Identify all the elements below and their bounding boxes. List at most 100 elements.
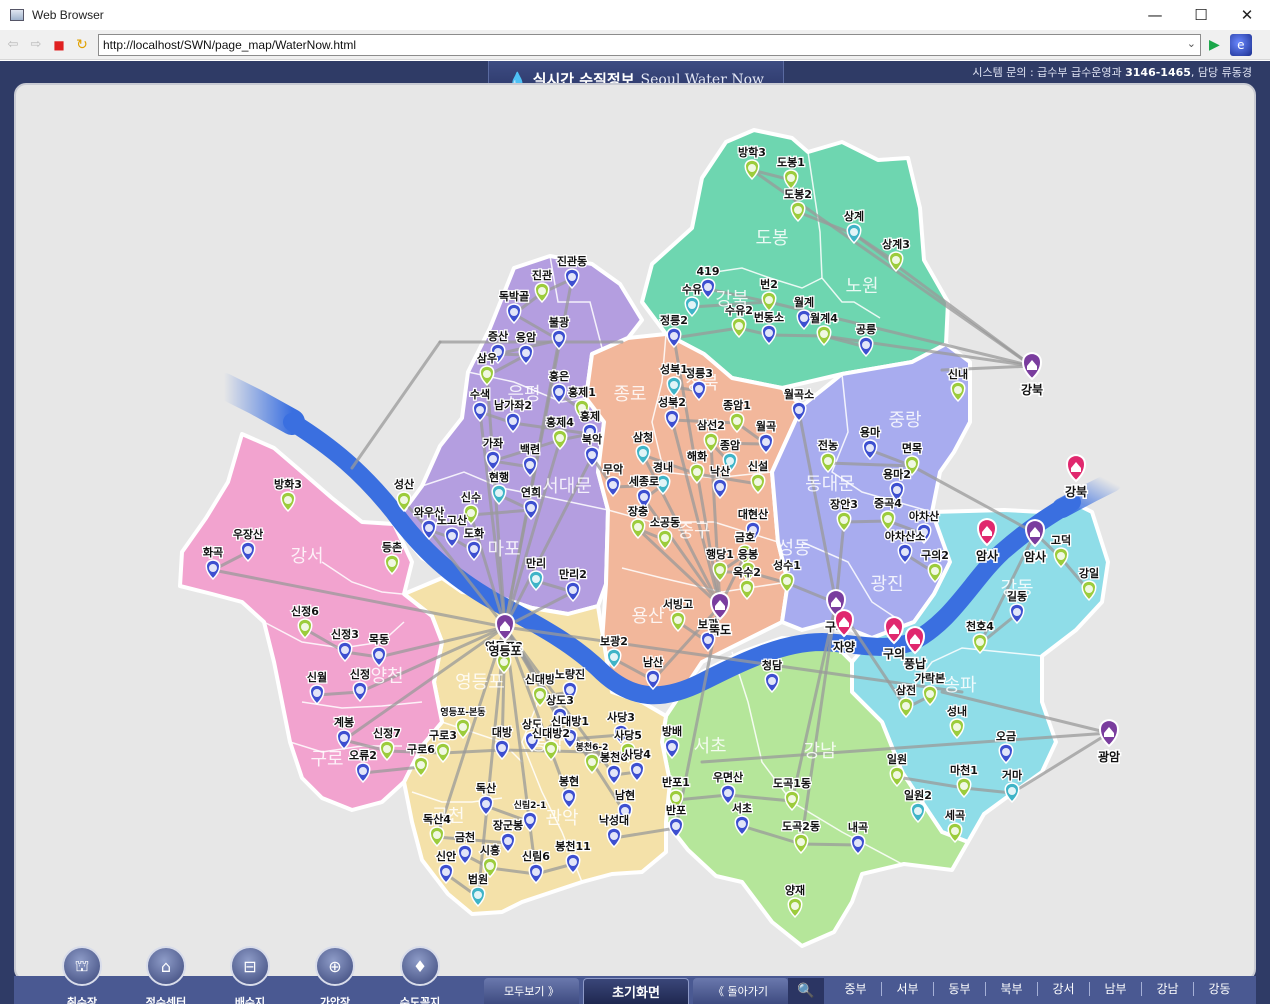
back-button[interactable]: 《 돌아가기 xyxy=(693,978,788,1004)
maximize-button[interactable]: ☐ xyxy=(1178,0,1224,30)
station-label: 보광2 xyxy=(600,635,628,648)
plant-label: 뚝도 xyxy=(709,623,731,637)
station-label: 상계3 xyxy=(882,237,910,251)
station-label: 남현 xyxy=(615,788,635,802)
station-label: 장충 xyxy=(628,504,648,518)
stop-icon[interactable]: ■ xyxy=(49,35,69,55)
facility-label[interactable]: 취수장 xyxy=(42,994,122,1004)
tank-icon[interactable]: ⊟ xyxy=(230,946,270,986)
station-label: 홍제1 xyxy=(568,385,596,399)
drop-icon[interactable]: ♦ xyxy=(400,946,440,986)
district-nav-button[interactable]: 동부 xyxy=(934,980,985,997)
station-label: 등촌 xyxy=(382,540,402,554)
search-icon[interactable]: 🔍 xyxy=(788,978,824,1004)
district-label: 구로 xyxy=(310,749,343,770)
station-label: 증산 xyxy=(488,329,508,343)
minimize-button[interactable]: — xyxy=(1132,0,1178,30)
station-label: 번2 xyxy=(760,277,778,291)
go-arrow-icon[interactable]: ▶ xyxy=(1209,37,1220,53)
facility-label[interactable]: 배수지 xyxy=(210,994,290,1004)
station-label: 종암 xyxy=(720,439,740,452)
facility-label[interactable]: 가압장 xyxy=(295,994,375,1004)
browser-logo-icon[interactable]: e xyxy=(1229,33,1252,56)
station-label: 현행 xyxy=(489,470,509,484)
station-label: 노량진 xyxy=(555,667,585,681)
facility-label[interactable]: 수도꼭지 xyxy=(380,994,460,1004)
station-label: 사당3 xyxy=(607,710,635,724)
station-label: 소공동 xyxy=(650,516,680,529)
district-nav-button[interactable]: 북부 xyxy=(986,980,1037,997)
station-label: 대현산 xyxy=(738,507,768,521)
station-label: 천호4 xyxy=(966,619,994,633)
station-label: 도곡2동 xyxy=(782,820,820,833)
house-icon[interactable]: ⌂ xyxy=(146,946,186,986)
browser-titlebar: Web Browser — ☐ ✕ xyxy=(0,0,1270,30)
district-nav: 중부 서부 동부 북부 강서 남부 강남 강동 xyxy=(830,980,1245,997)
station-label: 봉현 xyxy=(559,774,579,788)
station-label: 공릉 xyxy=(856,323,876,336)
back-arrow-icon[interactable]: ⇦ xyxy=(3,35,23,55)
plant-marker[interactable]: 강북 xyxy=(1063,453,1089,501)
factory-icon[interactable]: ⛫ xyxy=(62,946,102,986)
station-label: 강일 xyxy=(1079,566,1099,580)
station-label: 신림6 xyxy=(522,849,550,863)
station-label: 가락본 xyxy=(915,671,945,685)
station-label: 해화 xyxy=(687,449,707,463)
station-label: 사당4 xyxy=(623,747,651,761)
district-label: 광진 xyxy=(870,574,903,595)
facility-label[interactable]: 정수센터 xyxy=(126,994,206,1004)
window-title: Web Browser xyxy=(32,8,104,22)
map-panel: 도봉노원강북은평종로성북중랑서대문동대문중구마포성동광진강동강서용산양천영등포송… xyxy=(14,83,1256,981)
station-label: 신설 xyxy=(748,459,768,473)
address-bar: ⇦ ⇨ ■ ↻ http://localhost/SWN/page_map/Wa… xyxy=(0,30,1270,60)
station-label: 가좌 xyxy=(483,436,503,450)
station-label: 용마 xyxy=(860,425,881,439)
view-all-button[interactable]: 모두보기 》 xyxy=(484,978,579,1004)
station-label: 독산 xyxy=(476,781,496,795)
station-label: 봉천11 xyxy=(555,839,591,853)
district-nav-button[interactable]: 강서 xyxy=(1038,980,1089,997)
forward-arrow-icon[interactable]: ⇨ xyxy=(26,35,46,55)
station-label: 구로3 xyxy=(429,729,457,742)
station-label: 계봉 xyxy=(334,715,354,729)
station-label: 상도3 xyxy=(546,693,574,707)
station-label: 종암1 xyxy=(723,399,751,412)
home-button[interactable]: 초기화면 xyxy=(583,978,689,1004)
station-label: 홍제4 xyxy=(546,415,574,429)
refresh-icon[interactable]: ↻ xyxy=(72,35,92,55)
url-input[interactable]: http://localhost/SWN/page_map/WaterNow.h… xyxy=(98,33,1201,56)
station-label: 우장산 xyxy=(233,527,263,541)
district-nav-button[interactable]: 강남 xyxy=(1142,980,1193,997)
station-label: 경내 xyxy=(653,460,673,474)
district-nav-button[interactable]: 남부 xyxy=(1090,980,1141,997)
district-nav-button[interactable]: 중부 xyxy=(830,980,881,997)
station-label: 도봉2 xyxy=(784,188,812,201)
station-label: 방학3 xyxy=(738,145,766,159)
pump-icon[interactable]: ⊕ xyxy=(315,946,355,986)
station-label: 사당5 xyxy=(614,728,642,742)
station-label: 무악 xyxy=(603,463,623,476)
plant-marker[interactable]: 강북 xyxy=(1019,351,1045,399)
contact-phone: 3146-1465 xyxy=(1125,66,1191,79)
station-label: 상계 xyxy=(844,209,864,223)
station-label: 도곡1동 xyxy=(773,777,811,790)
seoul-map[interactable]: 도봉노원강북은평종로성북중랑서대문동대문중구마포성동광진강동강서용산양천영등포송… xyxy=(16,85,1256,981)
station-label: 낙산 xyxy=(710,464,730,478)
station-label: 양재 xyxy=(785,883,805,897)
station-label: 일원2 xyxy=(904,788,932,802)
station-label: 거마 xyxy=(1002,768,1023,782)
district-nav-button[interactable]: 서부 xyxy=(882,980,933,997)
station-label: 신정 xyxy=(350,667,370,681)
station-label: 수유 xyxy=(682,283,702,296)
station-label: 구로6 xyxy=(407,743,435,756)
district-nav-button[interactable]: 강동 xyxy=(1194,980,1245,997)
close-button[interactable]: ✕ xyxy=(1224,0,1270,30)
station-label: 신대방1 xyxy=(551,714,589,728)
station-label: 월계4 xyxy=(810,311,838,325)
station-label: 성북1 xyxy=(660,362,688,376)
station-label: 세곡 xyxy=(945,808,965,822)
chevron-down-icon[interactable]: ⌄ xyxy=(1187,37,1196,50)
plant-marker[interactable]: 광암 xyxy=(1096,718,1122,766)
station-label: 전농 xyxy=(818,438,838,452)
station-label: 성산 xyxy=(394,477,414,491)
